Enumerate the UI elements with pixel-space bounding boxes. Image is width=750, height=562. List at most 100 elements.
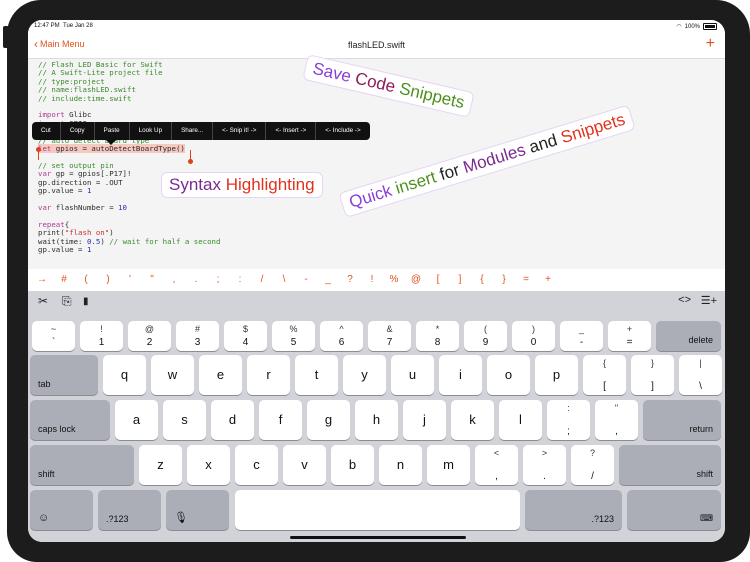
key-p[interactable]: p: [535, 355, 578, 395]
symbol-key[interactable]: ?: [340, 271, 360, 289]
symbol-key[interactable]: →: [32, 271, 52, 289]
key-t[interactable]: t: [295, 355, 338, 395]
symbol-key[interactable]: .: [186, 271, 206, 289]
key-c[interactable]: c: [235, 445, 278, 485]
space-key[interactable]: [235, 490, 520, 530]
context-menu-item[interactable]: <- Snip it! ->: [213, 122, 267, 140]
context-menu-item[interactable]: Paste: [95, 122, 130, 140]
symbol-key[interactable]: _: [318, 271, 338, 289]
key-\[interactable]: | \: [679, 355, 722, 395]
shift-right-key[interactable]: shift: [619, 445, 721, 485]
context-menu-item[interactable]: Look Up: [130, 122, 173, 140]
key-o[interactable]: o: [487, 355, 530, 395]
key-l[interactable]: l: [499, 400, 542, 440]
paste-icon[interactable]: ▮: [83, 296, 89, 307]
key-7[interactable]: & 7: [368, 321, 411, 351]
symbol-key[interactable]: !: [362, 271, 382, 289]
numbers-key-left[interactable]: .?123: [98, 490, 161, 530]
key-2[interactable]: @2: [128, 321, 171, 351]
key-z[interactable]: z: [139, 445, 182, 485]
symbol-key[interactable]: ,: [164, 271, 184, 289]
key-,[interactable]: <,: [475, 445, 518, 485]
symbol-key[interactable]: {: [472, 271, 492, 289]
key-r[interactable]: r: [247, 355, 290, 395]
key-3[interactable]: #3: [176, 321, 219, 351]
dictation-key[interactable]: 🎙: [166, 490, 229, 530]
symbol-key[interactable]: ": [142, 271, 162, 289]
symbol-key[interactable]: %: [384, 271, 404, 289]
code-line[interactable]: gp.value = 1: [38, 245, 220, 254]
key-][interactable]: }]: [631, 355, 674, 395]
key-w[interactable]: w: [151, 355, 194, 395]
symbol-key[interactable]: @: [406, 271, 426, 289]
symbol-key[interactable]: +: [538, 271, 558, 289]
hide-keyboard-key[interactable]: ⌨: [627, 490, 721, 530]
key-j[interactable]: j: [403, 400, 446, 440]
key-;[interactable]: :;: [547, 400, 590, 440]
key-6[interactable]: ^ 6: [320, 321, 363, 351]
key-/[interactable]: ? /: [571, 445, 614, 485]
key-s[interactable]: s: [163, 400, 206, 440]
key-u[interactable]: u: [391, 355, 434, 395]
tab-key[interactable]: tab: [30, 355, 98, 395]
key-n[interactable]: n: [379, 445, 422, 485]
key-x[interactable]: x: [187, 445, 230, 485]
key-i[interactable]: i: [439, 355, 482, 395]
symbol-key[interactable]: ): [98, 271, 118, 289]
key-h[interactable]: h: [355, 400, 398, 440]
plus-icon[interactable]: +: [706, 35, 715, 53]
shift-left-key[interactable]: shift: [30, 445, 134, 485]
key-f[interactable]: f: [259, 400, 302, 440]
symbol-key[interactable]: (: [76, 271, 96, 289]
code-text[interactable]: // Flash LED Basic for Swift// A Swift-L…: [38, 60, 220, 254]
key-v[interactable]: v: [283, 445, 326, 485]
delete-key[interactable]: delete: [656, 321, 721, 351]
symbol-key[interactable]: }: [494, 271, 514, 289]
return-key[interactable]: return: [643, 400, 721, 440]
scissors-icon[interactable]: ✂: [38, 294, 48, 308]
code-brackets-icon[interactable]: <>: [678, 294, 691, 306]
symbol-key[interactable]: [: [428, 271, 448, 289]
symbol-key[interactable]: ]: [450, 271, 470, 289]
symbol-key[interactable]: /: [252, 271, 272, 289]
numbers-key-right[interactable]: .?123: [525, 490, 622, 530]
key-d[interactable]: d: [211, 400, 254, 440]
key-1[interactable]: ! 1: [80, 321, 123, 351]
symbol-key[interactable]: ;: [208, 271, 228, 289]
symbol-key[interactable]: #: [54, 271, 74, 289]
key-a[interactable]: a: [115, 400, 158, 440]
code-editor[interactable]: // Flash LED Basic for Swift// A Swift-L…: [28, 54, 725, 269]
symbol-key[interactable]: :: [230, 271, 250, 289]
key-b[interactable]: b: [331, 445, 374, 485]
key-m[interactable]: m: [427, 445, 470, 485]
key-=[interactable]: + =: [608, 321, 651, 351]
key-5[interactable]: % 5: [272, 321, 315, 351]
context-menu-item[interactable]: <- Include ->: [316, 122, 369, 140]
key-4[interactable]: $4: [224, 321, 267, 351]
key-e[interactable]: e: [199, 355, 242, 395]
key-,[interactable]: ",: [595, 400, 638, 440]
copy-icon[interactable]: ⎘: [62, 294, 72, 309]
selection-end-handle[interactable]: [188, 159, 193, 164]
caps-lock-key[interactable]: caps lock: [30, 400, 110, 440]
context-menu-item[interactable]: Share...: [172, 122, 214, 140]
context-menu-item[interactable]: <- Insert ->: [266, 122, 317, 140]
code-line[interactable]: let gpios = autoDetectBoardType(): [38, 144, 220, 154]
list-add-icon[interactable]: ☰+: [701, 294, 717, 307]
symbol-key[interactable]: ': [120, 271, 140, 289]
key-[[interactable]: {[: [583, 355, 626, 395]
key-0[interactable]: ) 0: [512, 321, 555, 351]
symbol-key[interactable]: \: [274, 271, 294, 289]
context-menu-item[interactable]: Cut: [32, 122, 61, 140]
key-8[interactable]: * 8: [416, 321, 459, 351]
symbol-key[interactable]: -: [296, 271, 316, 289]
key-k[interactable]: k: [451, 400, 494, 440]
emoji-key[interactable]: ☺: [30, 490, 93, 530]
key-q[interactable]: q: [103, 355, 146, 395]
symbol-key[interactable]: =: [516, 271, 536, 289]
context-menu-item[interactable]: Copy: [61, 122, 95, 140]
key-9[interactable]: (9: [464, 321, 507, 351]
key-`[interactable]: ~ `: [32, 321, 75, 351]
code-line[interactable]: var flashNumber = 10: [38, 203, 220, 212]
code-line[interactable]: // include:time.swift: [38, 94, 220, 103]
